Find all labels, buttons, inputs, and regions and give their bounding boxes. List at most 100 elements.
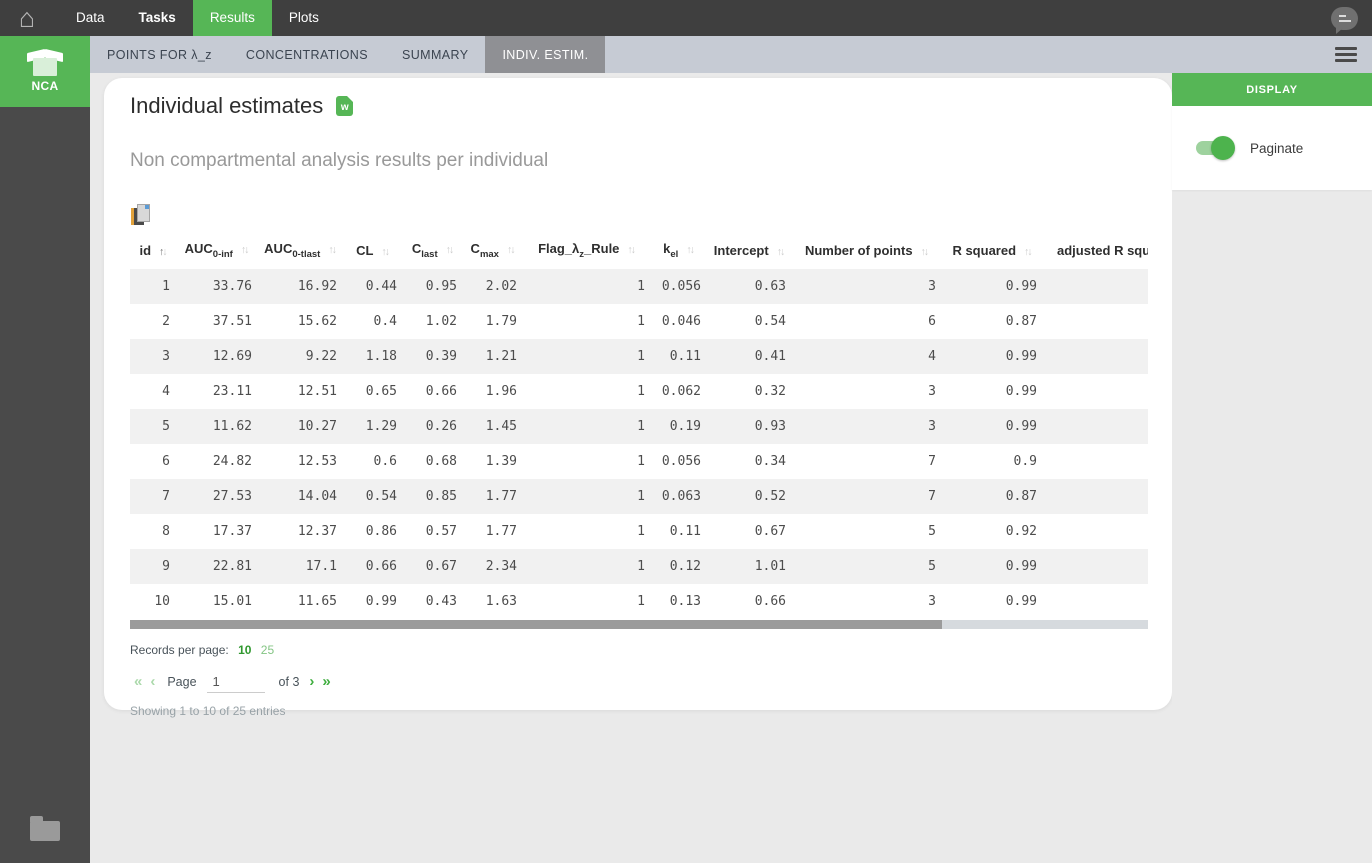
column-label: Number of points (804, 243, 913, 258)
page-count-label: of 3 (278, 674, 300, 689)
table-row: 8 17.37 12.37 0.86 0.57 1.77 1 0.11 0.67 5 0.92 (130, 514, 1148, 549)
table-cell: 1.77 (485, 489, 517, 504)
title-row: Individual estimates w (130, 92, 1146, 120)
folder-icon[interactable] (30, 816, 60, 841)
table-cell: 0.99 (1005, 594, 1037, 609)
column-header-intercept[interactable]: Intercept ↑↓ (706, 232, 791, 269)
table-cell: 12.69 (212, 349, 252, 364)
table-cell: 3 (162, 349, 170, 364)
table-cell: 0.056 (661, 279, 701, 294)
table-cell: 1 (637, 454, 645, 469)
copy-icon[interactable] (130, 204, 154, 226)
table-cell (1042, 339, 1148, 374)
last-page-button[interactable]: » (318, 673, 334, 690)
column-header-k-el[interactable]: kel ↑↓ (650, 232, 706, 269)
column-header-r-squared[interactable]: R squared ↑↓ (941, 232, 1042, 269)
main-content: Individual estimates w Non compartmental… (90, 73, 1172, 863)
table-cell (1042, 514, 1148, 549)
table-cell: 0.87 (1005, 489, 1037, 504)
table-cell: 2 (162, 314, 170, 329)
table-cell: 7 (162, 489, 170, 504)
toggle-knob[interactable] (1211, 136, 1235, 160)
table-horizontal-scrollbar[interactable] (130, 620, 1148, 629)
sort-icon: ↑↓ (381, 246, 390, 258)
table-cell: 4 (162, 384, 170, 399)
sort-icon: ↑↓ (686, 244, 695, 256)
records-option-25[interactable]: 25 (261, 643, 274, 657)
table-cell: 3 (928, 594, 936, 609)
tab-summary[interactable]: SUMMARY (385, 36, 485, 73)
table-cell: 1 (637, 489, 645, 504)
column-header-id[interactable]: id ↑↓ (130, 232, 175, 269)
table-cell: 0.67 (425, 559, 457, 574)
first-page-button[interactable]: « (130, 673, 146, 690)
tab-points-for-lambda-z[interactable]: POINTS FOR λ_z (90, 36, 229, 73)
nav-tasks[interactable]: Tasks (122, 0, 193, 36)
column-header-auc-0-tlast[interactable]: AUC0-tlast ↑↓ (257, 232, 342, 269)
table-cell: 1.77 (485, 524, 517, 539)
table-cell: 0.52 (754, 489, 786, 504)
paginate-label: Paginate (1250, 140, 1304, 156)
table-cell: 0.19 (669, 419, 701, 434)
next-page-button[interactable]: › (305, 673, 318, 690)
table-cell: 1 (162, 279, 170, 294)
export-word-icon[interactable]: w (336, 96, 354, 116)
column-header-c-max[interactable]: Cmax ↑↓ (462, 232, 522, 269)
table-cell: 0.11 (669, 524, 701, 539)
column-header-adjusted-r-squared[interactable]: adjusted R squ (1042, 232, 1148, 269)
sort-icon: ↑↓ (776, 246, 786, 258)
table-cell: 15.62 (297, 314, 337, 329)
column-label: R squared (952, 243, 1017, 258)
table-cell: 0.6 (373, 454, 397, 469)
column-label: AUC0-tlast (264, 241, 321, 260)
table-cell: 0.99 (1005, 349, 1037, 364)
column-header-c-last[interactable]: Clast ↑↓ (402, 232, 462, 269)
hamburger-menu-icon[interactable] (1335, 44, 1357, 65)
previous-page-button[interactable]: ‹ (146, 673, 159, 690)
table-cell: 5 (162, 419, 170, 434)
nav-results[interactable]: Results (192, 0, 272, 36)
table-cell: 27.53 (212, 489, 252, 504)
messages-icon[interactable] (1331, 6, 1358, 34)
table-cell: 1.01 (754, 559, 786, 574)
table-cell (1042, 409, 1148, 444)
home-icon[interactable]: ⌂ (13, 0, 41, 36)
nav-plots[interactable]: Plots (272, 0, 336, 36)
home-glyph: ⌂ (18, 2, 36, 33)
tab-indiv-estim[interactable]: INDIV. ESTIM. (485, 36, 606, 73)
column-header-cl[interactable]: CL ↑↓ (342, 232, 402, 269)
table-cell: 0.99 (1005, 384, 1037, 399)
scrollbar-thumb[interactable] (130, 620, 942, 629)
table-cell: 0.99 (1005, 559, 1037, 574)
column-header-number-of-points[interactable]: Number of points ↑↓ (791, 232, 941, 269)
individual-estimates-table: id ↑↓ AUC0-inf ↑↓ AUC0-tlast ↑↓ CL ↑↓ Clast ↑↓ Cma… (130, 232, 1148, 619)
page-subtitle: Non compartmental analysis results per i… (130, 150, 549, 171)
table-cell: 7 (928, 454, 936, 469)
chat-tail (1336, 27, 1343, 34)
sort-icon: ↑↓ (159, 246, 168, 258)
column-header-auc-0-inf[interactable]: AUC0-inf ↑↓ (175, 232, 257, 269)
records-option-10[interactable]: 10 (238, 643, 251, 657)
table-cell: 33.76 (212, 279, 252, 294)
table-cell: 0.95 (425, 279, 457, 294)
display-panel-header: DISPLAY (1172, 73, 1372, 106)
table-cell: 0.68 (425, 454, 457, 469)
tab-concentrations[interactable]: CONCENTRATIONS (229, 36, 385, 73)
table-row: 5 11.62 10.27 1.29 0.26 1.45 1 0.19 0.93 3 0.99 (130, 409, 1148, 444)
table-row: 7 27.53 14.04 0.54 0.85 1.77 1 0.063 0.52 7 0.87 (130, 479, 1148, 514)
sort-icon: ↑↓ (445, 244, 455, 256)
nav-data[interactable]: Data (59, 0, 122, 36)
sidebar-item-nca[interactable]: NCA (0, 36, 90, 107)
table-cell (1042, 269, 1148, 304)
table-cell: 1 (637, 349, 645, 364)
table-cell: 1.21 (485, 349, 517, 364)
column-header-flag-lambda-z-rule[interactable]: Flag_λz_Rule ↑↓ (522, 232, 650, 269)
table-cell: 12.37 (297, 524, 337, 539)
pager: « ‹ Page of 3 › » (130, 670, 1146, 693)
table-row: 4 23.11 12.51 0.65 0.66 1.96 1 0.062 0.32 3 0.99 (130, 374, 1148, 409)
table-cell: 0.85 (425, 489, 457, 504)
column-label: CL (356, 243, 374, 258)
paginate-toggle[interactable] (1196, 136, 1235, 160)
page-number-input[interactable] (206, 670, 265, 693)
table-cell: 1 (637, 524, 645, 539)
